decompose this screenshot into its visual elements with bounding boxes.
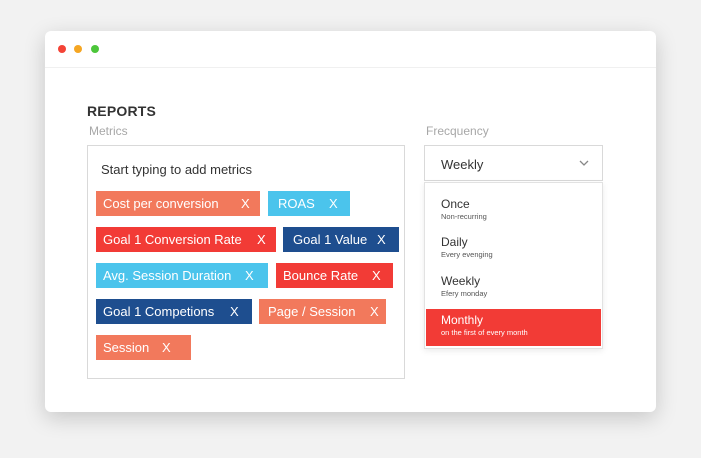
metric-chip[interactable]: Goal 1 Conversion Rate X — [96, 227, 276, 252]
option-subtitle: Efery monday — [441, 289, 488, 298]
metric-chip[interactable]: Cost per conversion X — [96, 191, 260, 216]
remove-chip-button[interactable]: X — [241, 191, 250, 216]
remove-chip-button[interactable]: X — [162, 335, 171, 360]
frequency-option-once[interactable]: Once Non-recurring — [426, 197, 601, 234]
remove-chip-button[interactable]: X — [230, 299, 239, 324]
remove-chip-button[interactable]: X — [377, 227, 386, 252]
metric-chip[interactable]: Page / Session X — [259, 299, 386, 324]
remove-chip-button[interactable]: X — [372, 263, 381, 288]
frequency-option-daily[interactable]: Daily Every evenging — [426, 235, 601, 272]
metric-chip-label: ROAS — [278, 196, 315, 211]
page-title: REPORTS — [87, 103, 157, 119]
window-titlebar — [45, 31, 656, 68]
metrics-label: Metrics — [89, 124, 128, 138]
option-subtitle: Non-recurring — [441, 212, 487, 221]
remove-chip-button[interactable]: X — [257, 227, 266, 252]
option-title: Monthly — [441, 313, 484, 327]
frequency-option-weekly[interactable]: Weekly Efery monday — [426, 274, 601, 311]
frequency-option-monthly[interactable]: Monthly on the first of every month — [426, 309, 601, 346]
remove-chip-button[interactable]: X — [370, 299, 379, 324]
frequency-label: Frecquency — [426, 124, 489, 138]
option-title: Weekly — [441, 274, 481, 288]
frequency-selected-value: Weekly — [441, 157, 484, 172]
app-window: REPORTS Metrics Frecquency Start typing … — [45, 31, 656, 412]
frequency-dropdown: Once Non-recurring Daily Every evenging … — [424, 182, 603, 349]
metric-chip-label: Page / Session — [268, 304, 356, 319]
metrics-placeholder[interactable]: Start typing to add metrics — [101, 162, 252, 177]
option-subtitle: Every evenging — [441, 250, 493, 259]
close-dot-icon[interactable] — [58, 45, 66, 53]
metric-chip[interactable]: Goal 1 Competions X — [96, 299, 252, 324]
option-title: Once — [441, 197, 470, 211]
metric-chip[interactable]: Bounce Rate X — [276, 263, 393, 288]
chevron-down-icon[interactable] — [579, 158, 589, 168]
maximize-dot-icon[interactable] — [91, 45, 99, 53]
metrics-input-box[interactable]: Start typing to add metrics Cost per con… — [87, 145, 405, 379]
minimize-dot-icon[interactable] — [74, 45, 82, 53]
frequency-select[interactable]: Weekly — [424, 145, 603, 181]
metric-chip-label: Goal 1 Value — [293, 232, 368, 247]
remove-chip-button[interactable]: X — [329, 191, 338, 216]
option-title: Daily — [441, 235, 468, 249]
metric-chip-label: Cost per conversion — [103, 196, 219, 211]
metric-chip-label: Bounce Rate — [283, 268, 359, 283]
metric-chip[interactable]: Goal 1 Value X — [283, 227, 399, 252]
metric-chip-label: Goal 1 Competions — [103, 304, 215, 319]
metric-chip-label: Goal 1 Conversion Rate — [103, 232, 242, 247]
metric-chip[interactable]: ROAS X — [268, 191, 350, 216]
metric-chip[interactable]: Session X — [96, 335, 191, 360]
metric-chip[interactable]: Avg. Session Duration X — [96, 263, 268, 288]
option-subtitle: on the first of every month — [441, 328, 528, 337]
metric-chip-label: Session — [103, 340, 150, 355]
metric-chip-label: Avg. Session Duration — [103, 268, 232, 283]
remove-chip-button[interactable]: X — [245, 263, 254, 288]
